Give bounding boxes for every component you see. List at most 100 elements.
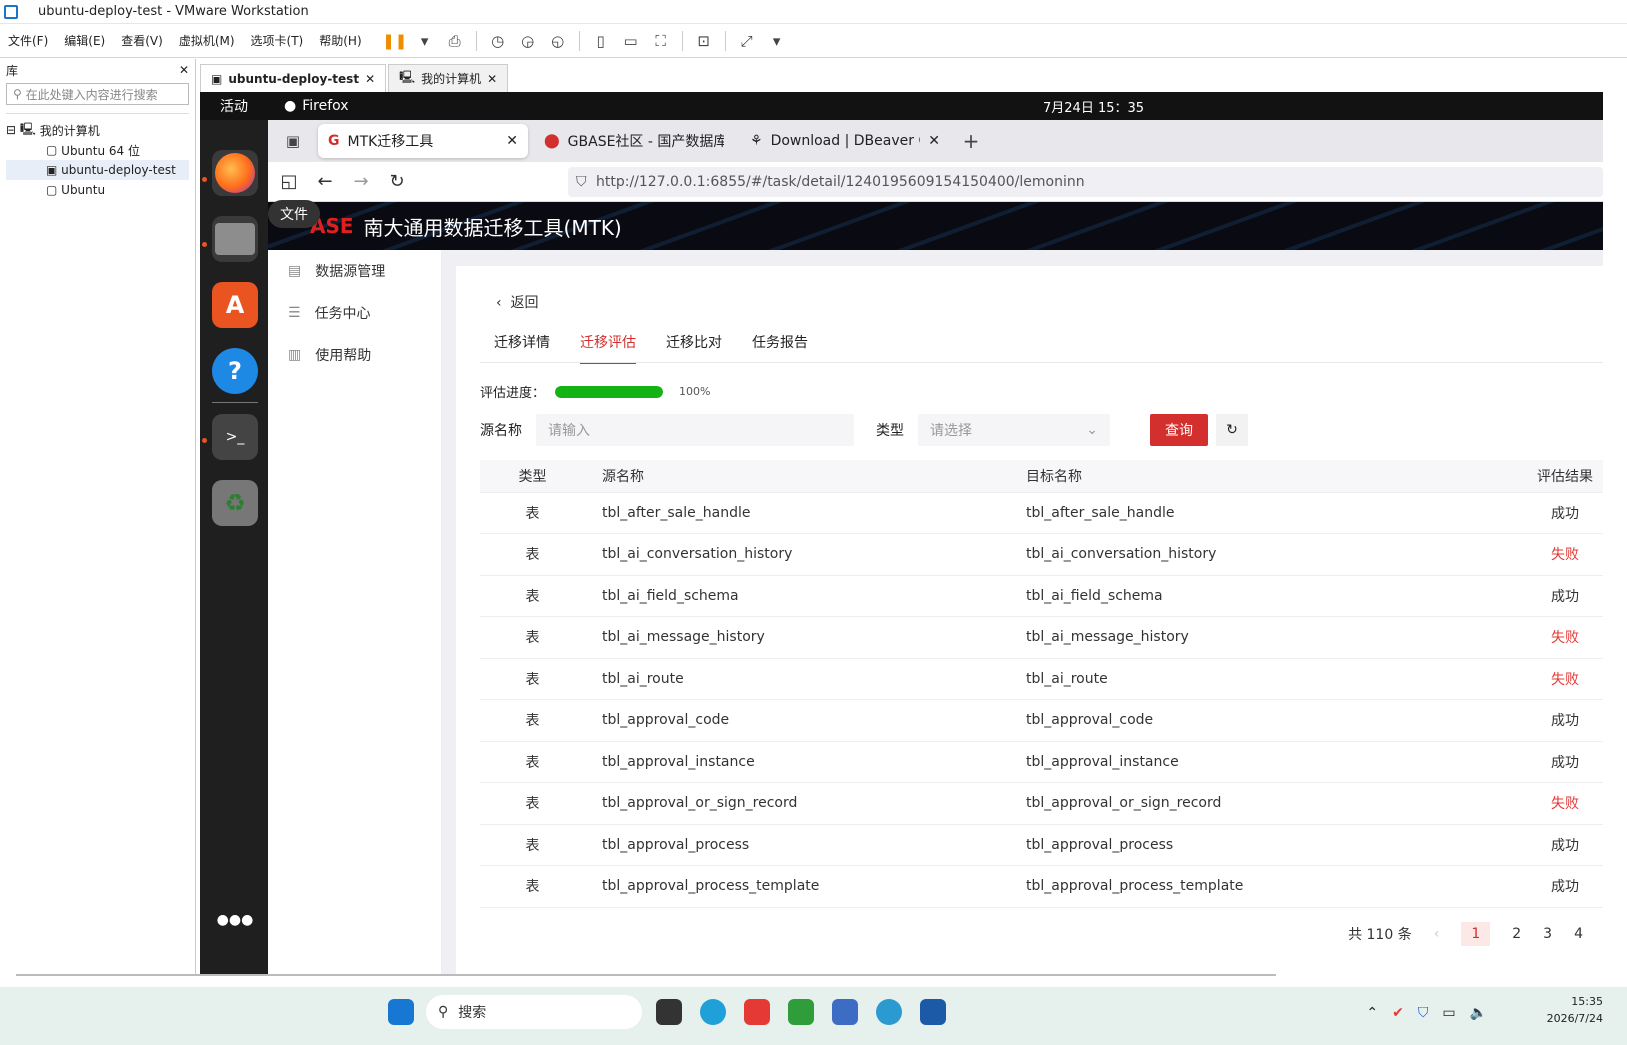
security-icon[interactable]: ⛉ [1418, 1005, 1429, 1021]
tab-migration-assessment[interactable]: 迁移评估 [580, 332, 636, 364]
menu-file[interactable]: 文件(F) [0, 32, 56, 49]
cell-type: 表 [480, 492, 585, 534]
source-name-input[interactable]: 请输入 [536, 414, 854, 446]
dbeaver-favicon-icon: ⚘ [750, 133, 763, 149]
taskbar-clock[interactable]: 15:35 2026/7/24 [1547, 993, 1603, 1027]
forward-arrow-icon[interactable]: → [346, 171, 376, 192]
type-select[interactable]: 请选择 ⌄ [918, 414, 1110, 446]
app-center-icon[interactable]: A [212, 282, 258, 328]
firefox-icon[interactable] [212, 150, 258, 196]
thumbnail-view-icon[interactable]: ▭ [620, 30, 642, 52]
firefox-view-icon[interactable]: ▣ [282, 130, 304, 152]
new-tab-icon[interactable]: + [960, 129, 982, 153]
cell-type: 表 [480, 616, 585, 659]
library-view-icon[interactable]: ▯ [590, 30, 612, 52]
reload-icon[interactable]: ↻ [382, 171, 412, 192]
terminal-icon[interactable]: >_ [212, 414, 258, 460]
menu-help[interactable]: 帮助(H) [311, 32, 369, 49]
cell-result: 失败 [1469, 533, 1603, 576]
start-icon[interactable] [388, 999, 414, 1025]
trash-icon[interactable]: ♻ [212, 480, 258, 526]
browser-tab-dbeaver[interactable]: ⚘Download | DBeaver Com✕ [740, 124, 950, 158]
close-icon[interactable]: ✕ [179, 63, 189, 77]
guest-screen[interactable]: 活动 ● Firefox 7月24日 15：35 A ? >_ ♻ ●●● 文件 … [200, 92, 1603, 974]
running-indicator [202, 177, 207, 182]
tab-task-report[interactable]: 任务报告 [752, 332, 808, 364]
cell-source-name: tbl_approval_code [585, 699, 1009, 742]
snapshot-icon[interactable]: ◷ [487, 30, 509, 52]
app-header: ASE 南大通用数据迁移工具(MTK) [268, 202, 1603, 250]
pause-icon[interactable]: ❚❚ [382, 30, 407, 52]
refresh-icon[interactable]: ↻ [1216, 414, 1248, 446]
progress-fill [555, 385, 664, 398]
send-keys-icon[interactable]: ⎙ [444, 30, 466, 52]
nav-item-tasks[interactable]: ☰ 任务中心 [268, 292, 441, 334]
cell-source-name: tbl_approval_instance [585, 741, 1009, 783]
chevron-down-icon[interactable]: ▾ [766, 30, 788, 52]
volume-icon[interactable]: 🔈 [1470, 1005, 1487, 1021]
menu-view[interactable]: 查看(V) [113, 32, 171, 49]
query-button[interactable]: 查询 [1150, 414, 1208, 446]
app-menu[interactable]: ● Firefox [284, 98, 349, 114]
stretch-icon[interactable]: ⤢ [736, 30, 758, 52]
horizontal-scrollbar[interactable] [16, 974, 1276, 980]
tab-migration-compare[interactable]: 迁移比对 [666, 332, 722, 364]
sidebar-toggle-icon[interactable]: ◱ [274, 171, 304, 192]
menu-edit[interactable]: 编辑(E) [56, 32, 113, 49]
nav-item-help[interactable]: ▥ 使用帮助 [268, 334, 441, 376]
browser-icon[interactable] [876, 999, 902, 1025]
prev-page-icon[interactable]: ‹ [1434, 926, 1440, 942]
tree-item[interactable]: ▢ Ubuntu 64 位 [6, 140, 189, 160]
tray-app-icon[interactable]: ✔ [1392, 1005, 1404, 1021]
page-1[interactable]: 1 [1461, 922, 1491, 946]
cell-source-name: tbl_approval_or_sign_record [585, 782, 1009, 825]
close-icon[interactable]: ✕ [506, 133, 518, 149]
vmware-taskbar-icon[interactable] [832, 999, 858, 1025]
wechat-icon[interactable] [788, 999, 814, 1025]
console-icon[interactable]: ⊡ [693, 30, 715, 52]
nav-item-datasource[interactable]: ▤ 数据源管理 [268, 250, 441, 292]
back-link[interactable]: ‹ 返回 [496, 292, 539, 312]
cell-source-name: tbl_ai_message_history [585, 616, 1009, 659]
close-icon[interactable]: ✕ [365, 72, 375, 86]
assessment-table: 类型 源名称 目标名称 评估结果 表 tbl_after_sale_handle t… [480, 460, 1603, 908]
show-apps-icon[interactable]: ●●● [212, 910, 258, 930]
menu-icon: ☰ [288, 305, 301, 321]
edge-icon[interactable] [700, 999, 726, 1025]
back-arrow-icon[interactable]: ← [310, 171, 340, 192]
tab-migration-detail[interactable]: 迁移详情 [494, 332, 550, 364]
vm-tab[interactable]: 🖳 我的计算机 ✕ [388, 64, 509, 92]
snapshot-manager-icon[interactable]: ◵ [547, 30, 569, 52]
menu-vm[interactable]: 虚拟机(M) [171, 32, 243, 49]
fullscreen-icon[interactable]: ⛶ [650, 30, 672, 52]
help-icon[interactable]: ? [212, 348, 258, 394]
network-icon[interactable]: ▭ [1442, 1005, 1455, 1021]
browser-tab-gbase[interactable]: ⬤GBASE社区 - 国产数据库技 [534, 124, 734, 158]
menu-tabs[interactable]: 选项卡(T) [243, 32, 312, 49]
page-3[interactable]: 3 [1543, 926, 1552, 942]
cell-result: 失败 [1469, 616, 1603, 659]
close-icon[interactable]: ✕ [928, 133, 940, 149]
vm-tab[interactable]: ▣ ubuntu-deploy-test ✕ [200, 64, 387, 92]
activities-button[interactable]: 活动 [220, 96, 248, 116]
tree-root[interactable]: ⊟ 🖳 我的计算机 [6, 120, 189, 140]
taskbar-search[interactable]: ⚲ 搜索 [426, 995, 642, 1029]
tree-item-selected[interactable]: ▣ ubuntu-deploy-test [6, 160, 189, 180]
browser-tab-mtk[interactable]: G MTK迁移工具 ✕ [318, 124, 528, 158]
library-search-input[interactable]: ⚲ 在此处键入内容进行搜索 [6, 83, 189, 105]
wps-icon[interactable] [744, 999, 770, 1025]
clock[interactable]: 7月24日 15：35 [1043, 97, 1144, 116]
page-4[interactable]: 4 [1574, 926, 1583, 942]
page-2[interactable]: 2 [1512, 926, 1521, 942]
files-icon[interactable] [212, 216, 258, 262]
app-icon[interactable] [920, 999, 946, 1025]
url-bar[interactable]: ⛉ http://127.0.0.1:6855/#/task/detail/124… [568, 166, 1603, 197]
chevron-down-icon[interactable]: ▾ [414, 30, 436, 52]
tree-item[interactable]: ▢ Ubuntu [6, 180, 189, 200]
cell-type: 表 [480, 741, 585, 783]
collapse-icon[interactable]: ⊟ [6, 123, 20, 137]
task-view-icon[interactable] [656, 999, 682, 1025]
close-icon[interactable]: ✕ [487, 72, 497, 86]
revert-snapshot-icon[interactable]: ◶ [517, 30, 539, 52]
chevron-up-icon[interactable]: ⌃ [1366, 1005, 1378, 1021]
